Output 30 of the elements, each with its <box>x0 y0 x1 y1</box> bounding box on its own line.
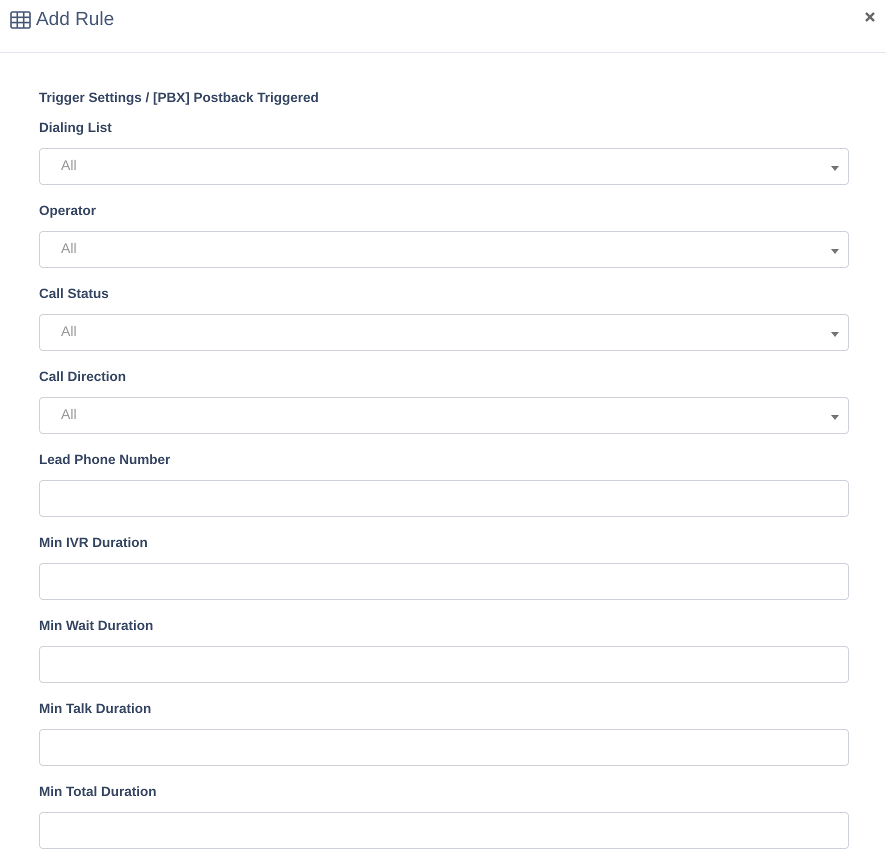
select-placeholder: All <box>61 404 77 424</box>
input-field[interactable] <box>39 646 849 683</box>
select-field[interactable]: All <box>39 314 849 351</box>
input-field[interactable] <box>39 480 849 517</box>
select-field[interactable]: All <box>39 148 849 185</box>
close-icon <box>865 12 875 22</box>
dialog-title: Add Rule <box>36 8 114 32</box>
section-heading: Trigger Settings / [PBX] Postback Triggered <box>39 89 320 107</box>
field-label: Min Total Duration <box>39 783 158 801</box>
field-label: Operator <box>39 202 98 220</box>
field-label: Min Wait Duration <box>39 617 154 635</box>
field-label: Min Talk Duration <box>39 700 152 718</box>
field-label: Call Direction <box>39 368 128 386</box>
table-icon <box>10 11 31 29</box>
caret-down-icon <box>831 414 839 420</box>
caret-down-icon <box>831 248 839 254</box>
select-field[interactable]: All <box>39 397 849 434</box>
select-placeholder: All <box>61 322 77 340</box>
input-field[interactable] <box>39 563 849 600</box>
select-placeholder: All <box>61 238 77 258</box>
field-label: Lead Phone Number <box>39 451 172 469</box>
field-label: Call Status <box>39 285 110 303</box>
input-field[interactable] <box>39 729 849 766</box>
input-field[interactable] <box>39 812 849 849</box>
field-label: Min IVR Duration <box>39 534 149 552</box>
select-field[interactable]: All <box>39 231 849 268</box>
caret-down-icon <box>831 166 839 170</box>
caret-down-icon <box>831 332 839 336</box>
field-label: Dialing List <box>39 119 113 137</box>
select-placeholder: All <box>61 156 77 174</box>
